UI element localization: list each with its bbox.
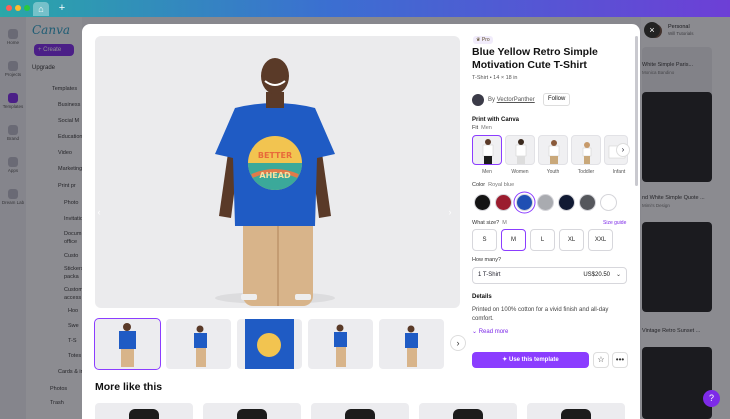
next-image-icon[interactable]: ›: [444, 206, 456, 218]
thumbnail[interactable]: [308, 319, 373, 369]
fit-option-women[interactable]: [505, 135, 535, 165]
size-guide-link[interactable]: Size guide: [603, 220, 626, 226]
pro-badge: ♛ Pro: [473, 36, 493, 44]
author-avatar[interactable]: [472, 94, 484, 106]
print-heading: Print with Canva: [472, 117, 520, 123]
fit-label-infant: Infant: [612, 169, 626, 175]
template-title: Blue Yellow Retro Simple Motivation Cute…: [472, 46, 598, 71]
template-info-panel: ♛ Pro Blue Yellow Retro Simple Motivatio…: [472, 24, 632, 419]
thumbnail[interactable]: [94, 318, 161, 370]
color-swatch-white[interactable]: [600, 194, 617, 211]
shirt-print-top: BETTER: [258, 151, 292, 160]
fit-label: Fit Men: [472, 125, 492, 131]
price: US$20.50: [583, 272, 610, 278]
tshirt-preview-image: BETTER AHEAD ‹ ›: [95, 36, 460, 308]
use-template-button[interactable]: ✦ Use this template: [472, 352, 589, 368]
author-line: By VectorPanther: [488, 97, 535, 103]
color-swatch-charcoal[interactable]: [579, 194, 596, 211]
thumbnail[interactable]: [379, 319, 444, 369]
previous-image-icon[interactable]: ‹: [95, 206, 105, 218]
size-option-l[interactable]: L: [530, 229, 555, 251]
plus-icon[interactable]: +: [56, 2, 68, 14]
color-label: Color Royal blue: [472, 182, 515, 188]
details-text: Printed on 100% cotton for a vivid finis…: [472, 307, 609, 322]
fit-option-toddler[interactable]: [571, 135, 601, 165]
fit-next-icon[interactable]: ›: [616, 143, 630, 157]
help-icon[interactable]: ?: [703, 390, 720, 407]
related-template-card[interactable]: [311, 403, 409, 419]
shirt-print-bottom: AHEAD: [259, 171, 291, 180]
related-template-card[interactable]: [95, 403, 193, 419]
size-option-xxl[interactable]: XXL: [588, 229, 613, 251]
browser-titlebar: ⌂ +: [0, 0, 730, 17]
star-icon[interactable]: ☆: [593, 352, 609, 368]
template-detail-modal: BETTER AHEAD ‹ › › More like this ♛ Pro …: [82, 24, 640, 419]
minimize-window-icon[interactable]: [15, 5, 21, 11]
fit-label-women: Women: [511, 169, 529, 175]
related-template-card[interactable]: [203, 403, 301, 419]
maximize-window-icon[interactable]: [24, 5, 30, 11]
quantity-value: 1 T-Shirt: [478, 272, 501, 278]
color-swatch-maroon[interactable]: [495, 194, 512, 211]
color-swatch-navy[interactable]: [558, 194, 575, 211]
more-options-icon[interactable]: •••: [612, 352, 628, 368]
fit-label-youth: Youth: [546, 169, 560, 175]
modal-scrollbar[interactable]: [635, 36, 638, 186]
chevron-down-icon: ⌄: [615, 272, 621, 278]
quantity-label: How many?: [472, 257, 502, 263]
author-link[interactable]: VectorPanther: [497, 97, 535, 103]
color-swatch-black[interactable]: [474, 194, 491, 211]
sparkle-icon: ✦: [502, 357, 509, 363]
thumbnail[interactable]: [237, 319, 302, 369]
size-option-m[interactable]: M: [501, 229, 526, 251]
more-like-this-heading: More like this: [95, 381, 163, 393]
template-subtitle: T-Shirt • 14 × 18 in: [472, 75, 518, 81]
thumbnail[interactable]: [166, 319, 231, 369]
color-swatch-royal-blue[interactable]: [516, 194, 533, 211]
fit-option-youth[interactable]: [538, 135, 568, 165]
fit-label-toddler: Toddler: [577, 169, 595, 175]
size-option-s[interactable]: S: [472, 229, 497, 251]
chevron-down-icon: ⌄: [472, 329, 479, 335]
thumbnail-strip: [94, 318, 447, 370]
size-option-xl[interactable]: XL: [559, 229, 584, 251]
fit-label-men: Men: [482, 169, 492, 175]
home-icon[interactable]: ⌂: [33, 2, 49, 16]
details-heading: Details: [472, 294, 492, 300]
follow-button[interactable]: Follow: [543, 93, 571, 106]
read-more-link[interactable]: ⌄ Read more: [472, 328, 508, 335]
close-window-icon[interactable]: [6, 5, 12, 11]
model-photo: BETTER AHEAD: [215, 58, 335, 306]
close-icon[interactable]: ×: [644, 22, 660, 38]
fit-option-men[interactable]: [472, 135, 502, 165]
thumbnails-next-button[interactable]: ›: [450, 335, 466, 351]
color-swatch-grey[interactable]: [537, 194, 554, 211]
quantity-select[interactable]: 1 T-Shirt US$20.50 ⌄: [472, 267, 627, 284]
size-label: What size? M: [472, 220, 507, 226]
